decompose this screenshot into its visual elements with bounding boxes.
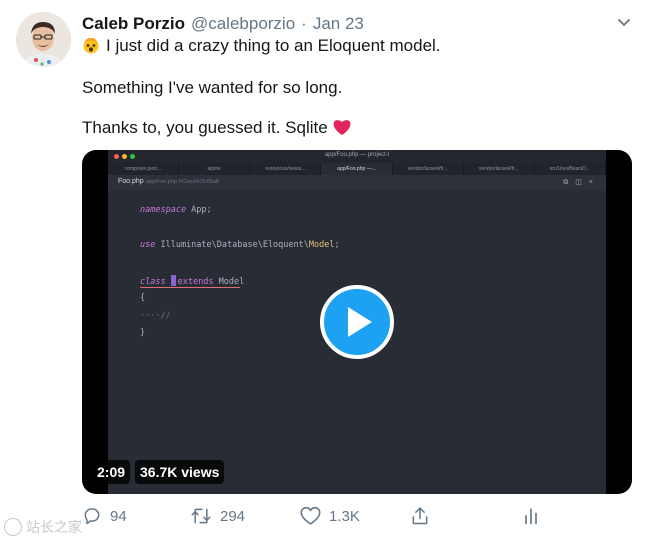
editor-tab: vendor/laravel/fr... (393, 163, 464, 175)
like-count: 1.3K (329, 507, 360, 525)
avatar[interactable] (16, 12, 71, 67)
video-views-badge: 36.7K views (135, 460, 225, 484)
tweet-date[interactable]: Jan 23 (313, 14, 364, 34)
author-name[interactable]: Caleb Porzio (82, 14, 185, 34)
editor-file-name: Foo.php (118, 178, 144, 185)
play-icon (348, 307, 372, 337)
tweet-text-line-3: Thanks to, you guessed it. Sqlite (82, 118, 352, 141)
analytics-icon (525, 508, 537, 525)
tweet-text-1: I just did a crazy thing to an Eloquent … (106, 36, 441, 55)
play-button[interactable] (320, 285, 394, 359)
author-handle[interactable]: @calebporzio (191, 14, 295, 34)
watermark-text: 站长之家 (26, 519, 82, 535)
video-duration-badge: 2:09 (92, 460, 131, 484)
code-cursor (170, 275, 176, 286)
code-line-2: use Illuminate\Database\Eloquent\Model; (140, 240, 340, 250)
retweet-button[interactable]: 294 (190, 504, 245, 528)
share-icon (412, 507, 428, 525)
editor-tab: src/UsesBearsD... (535, 163, 606, 175)
tweet-text-line-1: I just did a crazy thing to an Eloquent … (82, 36, 441, 59)
editor-tabs: composer.json... alpine resources/views.… (108, 163, 606, 175)
retweet-count: 294 (220, 507, 246, 525)
tweet-actions: 94 294 1.3K (0, 504, 650, 530)
code-line-5: ····// (140, 311, 171, 321)
editor-pane-icons: ⧉◫× (563, 179, 600, 186)
watermark: 站长之家 (4, 517, 82, 537)
code-text: Model (213, 277, 245, 287)
code-line-6: } (140, 328, 146, 338)
more-options-caret-icon[interactable] (614, 13, 634, 33)
code-keyword: class (140, 277, 166, 287)
code-line-1: namespace App; (140, 205, 212, 215)
code-line-3: class extends Model (140, 275, 244, 287)
editor-tab: alpine (179, 163, 251, 175)
tweet-header: Caleb Porzio @calebporzio · Jan 23 (82, 13, 364, 35)
editor-tab: resources/views... (250, 163, 322, 175)
editor-window-title: app/Foo.php — project-l (324, 152, 390, 158)
tweet-text-3: Thanks to, you guessed it. Sqlite (82, 118, 328, 137)
code-indent-guide: ···· (140, 311, 161, 321)
code-line-4: { (140, 293, 146, 303)
code-keyword: use (140, 240, 156, 250)
code-comment: // (160, 311, 171, 321)
like-icon (300, 506, 321, 525)
video-player[interactable]: app/Foo.php — project-l composer.json...… (82, 150, 632, 494)
analytics-button[interactable] (521, 504, 541, 528)
editor-tab: composer.json... (108, 163, 180, 175)
tweet: Caleb Porzio @calebporzio · Jan 23 I jus… (0, 0, 650, 543)
tweet-text-line-2: Something I've wanted for so long. (82, 78, 343, 97)
editor-titlebar: app/Foo.php — project-l (108, 150, 606, 163)
retweet-icon (191, 508, 211, 524)
code-keyword: namespace (140, 205, 187, 215)
editor-breadcrumb: app/Foo.php #Class#c3c8ba8 (146, 179, 220, 185)
editor-file-bar: Foo.php app/Foo.php #Class#c3c8ba8 ⧉◫× (108, 175, 606, 190)
reply-icon (84, 508, 100, 525)
red-heart-emoji-icon (332, 118, 352, 141)
header-separator: · (301, 14, 307, 33)
reply-count: 94 (110, 507, 127, 525)
code-class: Model (308, 240, 335, 250)
code-text: Illuminate\Database\Eloquent\ (155, 240, 309, 250)
editor-tab-active: app/Foo.php —... (321, 163, 393, 175)
reply-button[interactable]: 94 (82, 504, 127, 528)
code-text: ; (334, 240, 340, 250)
code-keyword: extends (177, 277, 214, 287)
editor-tab: vendor/laravel/fr... (464, 163, 535, 175)
share-button[interactable] (410, 504, 430, 528)
code-error-underline (140, 287, 240, 288)
watermark-logo-icon (4, 518, 22, 536)
code-text: App; (186, 205, 212, 215)
like-button[interactable]: 1.3K (300, 504, 360, 528)
exploding-head-emoji-icon (82, 36, 100, 59)
